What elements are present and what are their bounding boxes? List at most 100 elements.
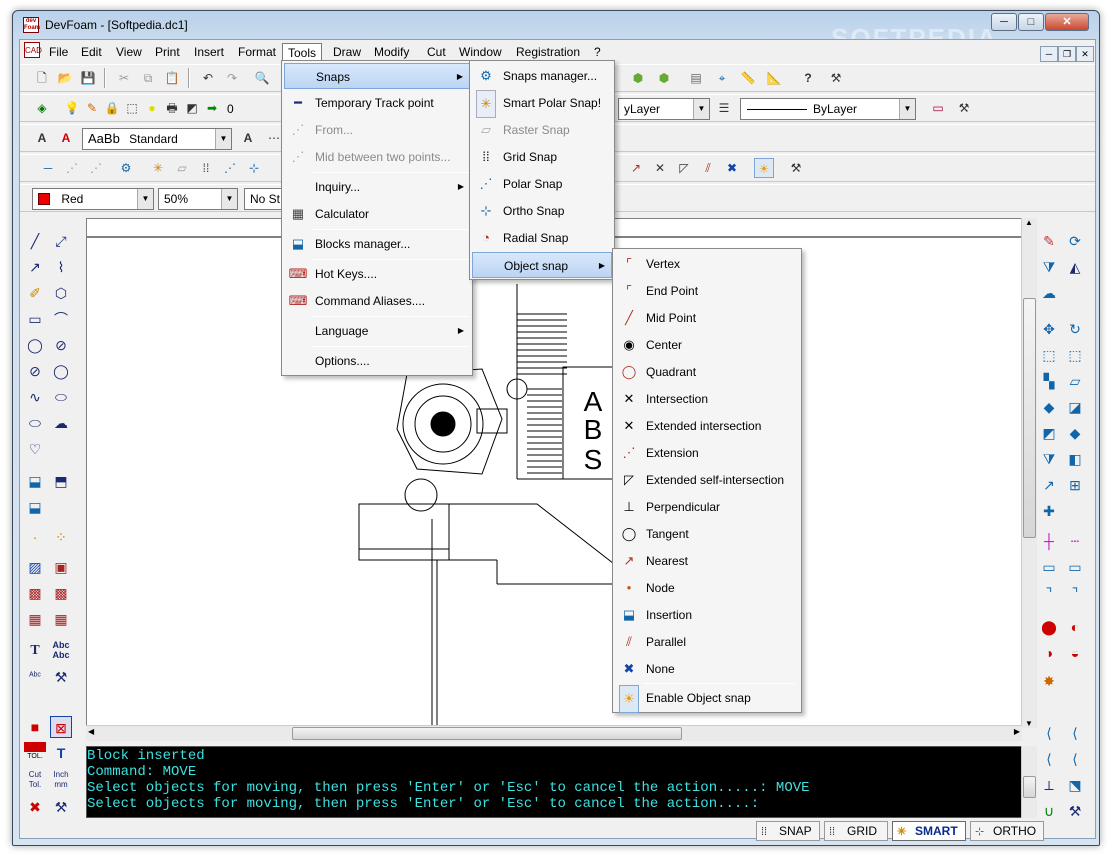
line-icon[interactable]: ╱ — [24, 230, 46, 252]
scroll-up-icon[interactable]: ▲ — [1025, 218, 1033, 227]
menu-file[interactable]: File — [44, 43, 73, 61]
menu-item-smart-polar[interactable]: ✳ Smart Polar Snap! — [472, 90, 612, 118]
rotate-3d-icon[interactable]: ⬢ — [628, 68, 648, 88]
rectangle-icon[interactable]: ▭ — [24, 308, 46, 330]
toolbox-options-icon[interactable]: ⚒ — [50, 666, 72, 688]
cut-cross-icon[interactable]: ⊠ — [50, 716, 72, 738]
copy-icon[interactable]: ⧉ — [138, 68, 158, 88]
horizontal-scrollbar[interactable]: ◀ ▶ — [86, 725, 1022, 741]
move-icon[interactable]: ✥ — [1038, 318, 1060, 340]
menu-insert[interactable]: Insert — [189, 43, 229, 61]
polygon-icon[interactable]: ⬡ — [50, 282, 72, 304]
close-button[interactable]: ✕ — [1045, 13, 1089, 31]
menu-item-snaps[interactable]: Snaps ▶ — [284, 63, 470, 89]
transform-icon[interactable]: ⬢ — [654, 68, 674, 88]
text-style-combo[interactable]: AaBb Standard ▼ — [82, 128, 232, 150]
menu-view[interactable]: View — [111, 43, 147, 61]
menu-item-inquiry[interactable]: Inquiry... ▶ — [284, 174, 470, 200]
title-bar[interactable]: dev Foam DevFoam - [Softpedia.dc1] SOFTPE… — [13, 11, 1099, 53]
measure-line-icon[interactable]: ┄ — [1064, 530, 1086, 552]
lineweight-icon[interactable]: ☰ — [714, 98, 734, 118]
menu-item-extended-intersection[interactable]: ✕ Extended intersection — [615, 413, 799, 439]
menu-item-options[interactable]: Options.... — [284, 348, 470, 374]
break-icon[interactable]: ⧩ — [1038, 448, 1060, 470]
polyline-icon[interactable]: ⌇ — [50, 256, 72, 278]
bulb-icon[interactable]: 💡 — [62, 98, 82, 118]
block-write-icon[interactable]: ⬓ — [24, 496, 46, 518]
track-line-icon[interactable]: ─ — [38, 158, 58, 178]
mid-between-icon[interactable]: ⋰ — [86, 158, 106, 178]
chevron-down-icon[interactable]: ▼ — [221, 189, 237, 209]
toolbar-options-icon[interactable]: ⚒ — [954, 98, 974, 118]
app-icon[interactable]: dev Foam — [23, 17, 40, 33]
menu-item-ortho-snap[interactable]: ⊹ Ortho Snap — [472, 198, 612, 224]
ellipse-arc-icon[interactable]: ⬭ — [24, 412, 46, 434]
fill-icon[interactable]: ◩ — [182, 98, 202, 118]
group-icon[interactable]: ⊞ — [1064, 474, 1086, 496]
intersect-icon[interactable]: ◑ — [1038, 642, 1060, 664]
parallel-icon[interactable]: ⫽ — [698, 158, 718, 178]
gradient-icon[interactable]: ▩ — [24, 582, 46, 604]
spline-icon[interactable]: ∿ — [24, 386, 46, 408]
maximize-button[interactable]: □ — [1018, 13, 1044, 31]
menu-item-intersection[interactable]: ✕ Intersection — [615, 386, 799, 412]
printer-icon[interactable]: 🖶 — [162, 98, 182, 118]
grid-toggle[interactable]: ⁞⁞ GRID — [824, 821, 888, 841]
rectangle-icon[interactable]: ⬚ — [122, 98, 142, 118]
undo-icon[interactable]: ↶ — [198, 68, 218, 88]
measure-icon[interactable]: 📏 — [738, 68, 758, 88]
toolbar-options-icon[interactable]: ⚒ — [826, 68, 846, 88]
circle-3p-icon[interactable]: ⊘ — [24, 360, 46, 382]
menu-item-none[interactable]: ✖ None — [615, 656, 799, 682]
block-insert-icon[interactable]: ⬓ — [24, 470, 46, 492]
menu-item-calculator[interactable]: ▦ Calculator — [284, 201, 470, 227]
rect-color-icon[interactable]: ▭ — [928, 98, 948, 118]
magnet-icon[interactable]: ∪ — [1038, 800, 1060, 822]
snaps-manager-icon[interactable]: ⚙ — [116, 158, 136, 178]
dim-4-icon[interactable]: ⟨ — [1064, 748, 1086, 770]
xor-icon[interactable]: ◒ — [1064, 642, 1086, 664]
dim-2-icon[interactable]: ⟨ — [1064, 722, 1086, 744]
dim-6-icon[interactable]: ⬔ — [1064, 774, 1086, 796]
cut-tol-button[interactable]: Cut Tol. — [22, 770, 48, 792]
smart-polar-icon[interactable]: ✳ — [148, 158, 168, 178]
fill-region-icon[interactable]: ▩ — [50, 582, 72, 604]
line-arrow-icon[interactable]: ⤢ — [50, 230, 72, 252]
scroll-right-icon[interactable]: ▶ — [1014, 727, 1020, 736]
lock-icon[interactable]: 🔒 — [102, 98, 122, 118]
mdi-minimize-button[interactable]: ─ — [1040, 46, 1058, 62]
circle-2p-icon[interactable]: ◯ — [50, 360, 72, 382]
toolbox-options-icon[interactable]: ⚒ — [50, 796, 72, 818]
smart-toggle[interactable]: ✳ SMART — [892, 821, 966, 841]
multipoint-icon[interactable]: ⁘ — [50, 526, 72, 548]
array-icon[interactable]: ▚ — [1038, 370, 1060, 392]
menu-item-perpendicular[interactable]: ⊥ Perpendicular — [615, 494, 799, 520]
cut-icon[interactable]: ✂ — [114, 68, 134, 88]
lineweight-combo[interactable]: ByLayer ▼ — [740, 98, 916, 120]
menu-registration[interactable]: Registration — [511, 43, 585, 61]
dim-5-icon[interactable]: ⟂ — [1038, 774, 1060, 796]
text-tol-icon[interactable]: T — [50, 742, 72, 764]
menu-edit[interactable]: Edit — [76, 43, 107, 61]
menu-item-raster-snap[interactable]: ▱ Raster Snap — [472, 117, 612, 143]
menu-item-hot-keys[interactable]: ⌨ Hot Keys.... — [284, 261, 470, 287]
text-tool-icon[interactable]: T — [24, 640, 46, 662]
menu-item-extension[interactable]: ⋰ Extension — [615, 440, 799, 466]
menu-cut[interactable]: Cut — [422, 43, 451, 61]
menu-draw[interactable]: Draw — [328, 43, 366, 61]
chevron-down-icon[interactable]: ▼ — [215, 129, 231, 149]
explode-icon[interactable]: ↗ — [1038, 474, 1060, 496]
chevron-down-icon[interactable]: ▼ — [899, 99, 915, 119]
shape-icon[interactable]: ♡ — [24, 438, 46, 460]
subtract-icon[interactable]: ◐ — [1064, 616, 1086, 638]
cloud-icon[interactable]: ☁ — [50, 412, 72, 434]
command-console[interactable]: Block inserted Command: MOVE Select obje… — [86, 746, 1022, 818]
toolbox-options-icon[interactable]: ⚒ — [1064, 800, 1086, 822]
raster-snap-icon[interactable]: ▱ — [172, 158, 192, 178]
dim-icon[interactable]: ⟨ — [1038, 722, 1060, 744]
boundary-icon[interactable]: ▦ — [24, 608, 46, 630]
circle-diameter-icon[interactable]: ⊘ — [50, 334, 72, 356]
menu-format[interactable]: Format — [233, 43, 281, 61]
coords-icon[interactable]: ⌖ — [712, 68, 732, 88]
chamfer-icon[interactable]: ▭ — [1064, 556, 1086, 578]
